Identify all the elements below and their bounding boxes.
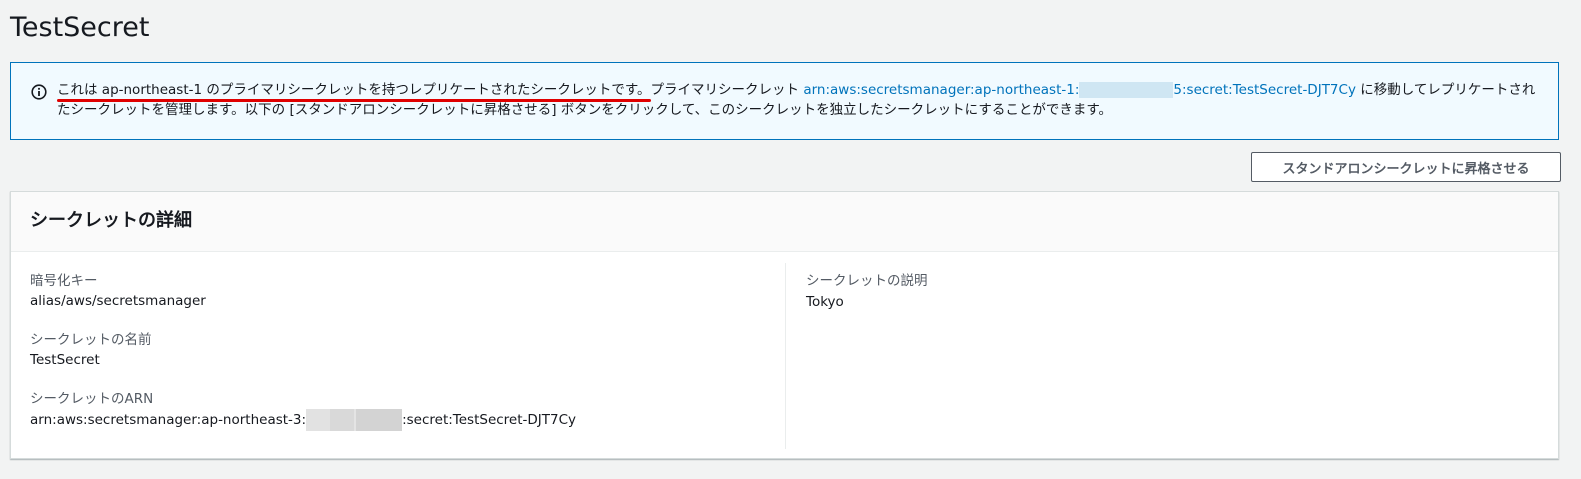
secret-description-label: シークレットの説明	[806, 273, 928, 289]
banner-text-before-link: プライマリシークレット	[650, 82, 804, 98]
secret-arn-suffix: :secret:TestSecret-DJT7Cy	[402, 412, 577, 428]
secret-arn-prefix: arn:aws:secretsmanager:ap-northeast-3:	[30, 412, 307, 428]
primary-secret-arn-link[interactable]: arn:aws:secretsmanager:ap-northeast-1: 5:…	[803, 82, 1356, 98]
banner-highlighted-text: これは ap-northeast-1 のプライマリシークレットを持つレプリケート…	[57, 82, 651, 98]
secret-arn-label: シークレットのARN	[30, 391, 154, 407]
info-icon	[31, 84, 47, 100]
replica-info-banner: これは ap-northeast-1 のプライマリシークレットを持つレプリケート…	[10, 62, 1559, 140]
encryption-key-value: alias/aws/secretsmanager	[30, 293, 206, 309]
page-title: TestSecret	[10, 12, 150, 43]
secret-arn-value: arn:aws:secretsmanager:ap-northeast-3: :s…	[30, 409, 576, 431]
primary-arn-suffix: 5:secret:TestSecret-DJT7Cy	[1173, 82, 1356, 98]
secret-description-value: Tokyo	[806, 294, 844, 310]
encryption-key-label: 暗号化キー	[30, 273, 98, 289]
panel-title: シークレットの詳細	[30, 210, 192, 231]
banner-message: これは ap-northeast-1 のプライマリシークレットを持つレプリケート…	[57, 80, 1543, 120]
promote-to-standalone-button[interactable]: スタンドアロンシークレットに昇格させる	[1251, 152, 1561, 182]
secret-details-panel: シークレットの詳細 暗号化キー alias/aws/secretsmanager…	[10, 191, 1559, 459]
primary-arn-prefix: arn:aws:secretsmanager:ap-northeast-1:	[803, 82, 1080, 98]
redacted-account-id	[306, 409, 403, 431]
secret-name-label: シークレットの名前	[30, 332, 152, 348]
panel-header: シークレットの詳細	[11, 192, 1558, 252]
secret-name-value: TestSecret	[30, 352, 100, 368]
redacted-account-id	[1079, 82, 1174, 98]
column-divider	[785, 263, 786, 449]
